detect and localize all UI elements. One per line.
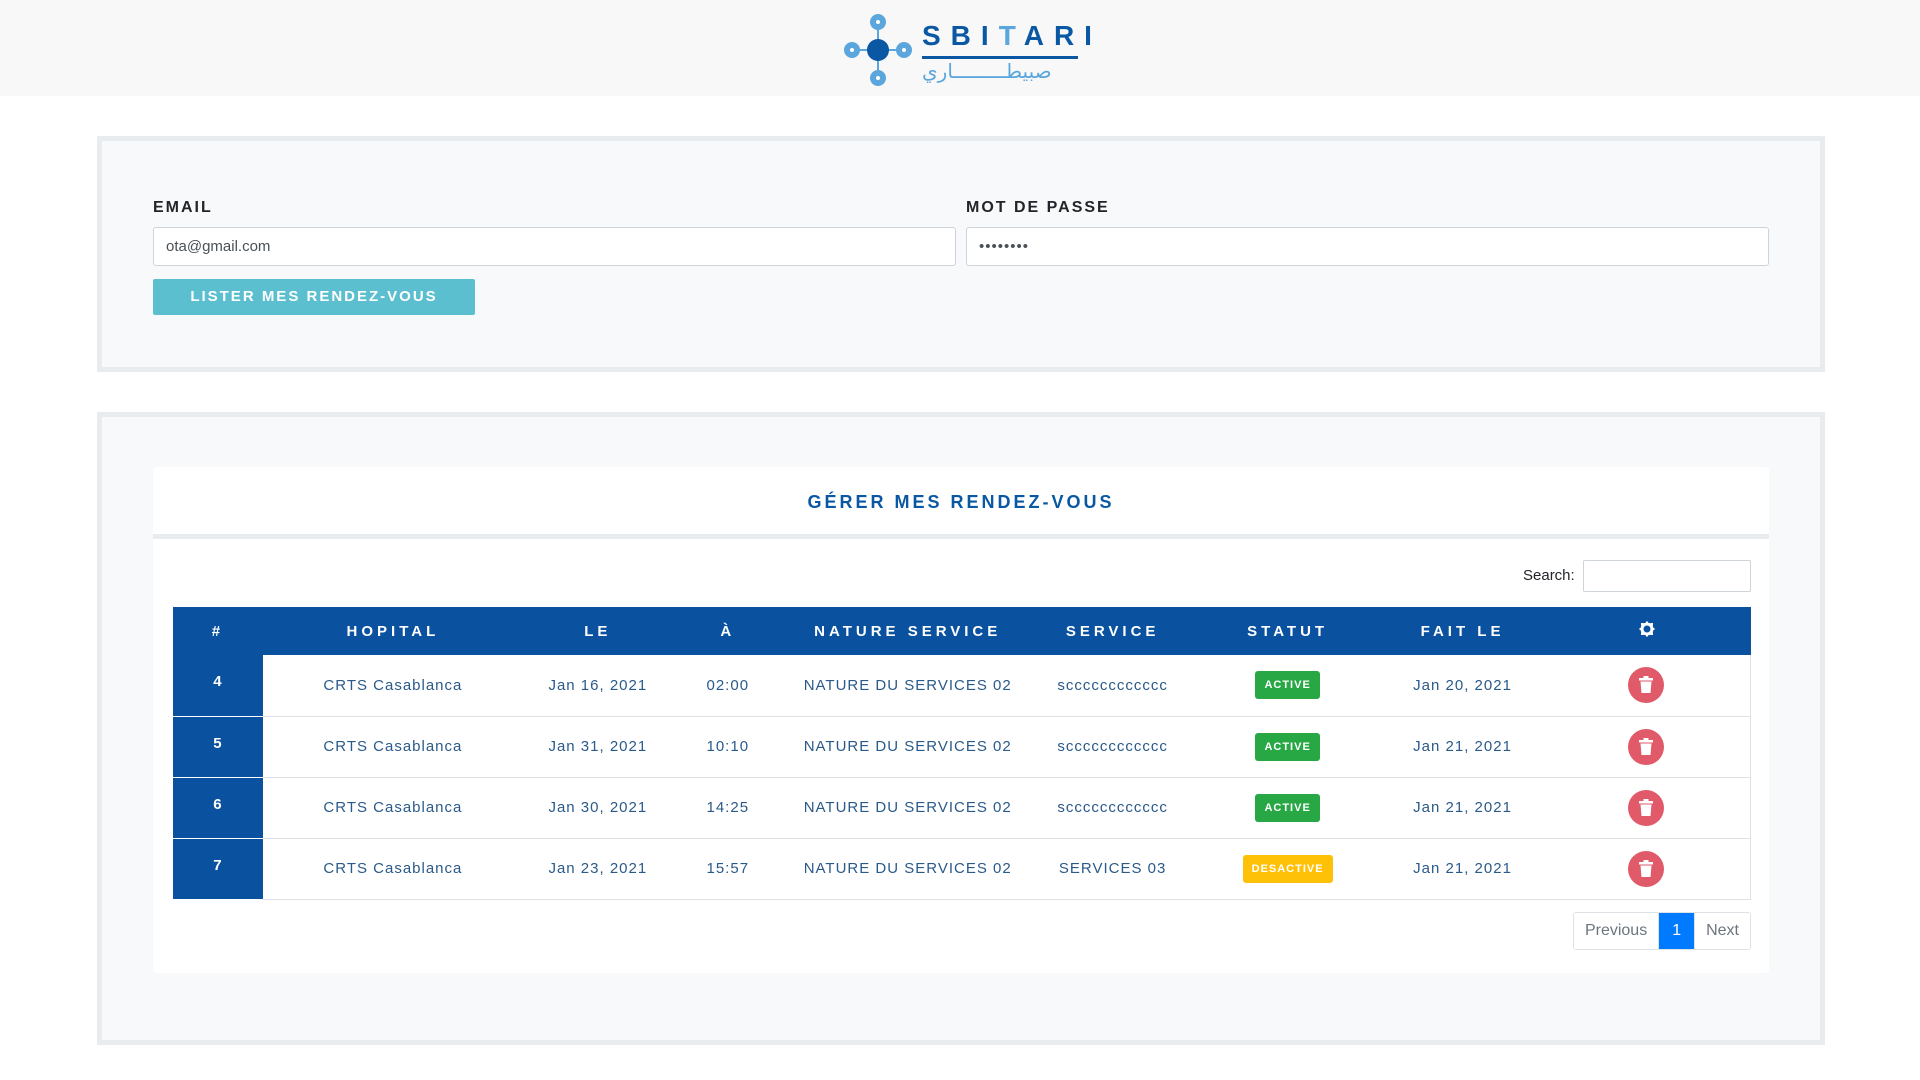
cell-a: 10:10 xyxy=(672,716,783,778)
cell-statut: DESACTIVE xyxy=(1192,838,1383,900)
search-label: Search: xyxy=(1523,567,1575,584)
column-header-statut[interactable]: STATUT xyxy=(1192,607,1383,655)
column-header-actions xyxy=(1542,607,1751,655)
cell-a: 14:25 xyxy=(672,777,783,839)
cell-a: 15:57 xyxy=(672,838,783,900)
column-header-le[interactable]: LE xyxy=(522,607,673,655)
cell-actions xyxy=(1542,777,1751,839)
search-input[interactable] xyxy=(1583,560,1751,592)
cell-a: 02:00 xyxy=(672,655,783,717)
molecule-logo-icon xyxy=(844,14,912,86)
cell-id: 7 xyxy=(173,838,263,900)
cell-hopital: CRTS Casablanca xyxy=(262,777,523,839)
cell-fait-le: Jan 20, 2021 xyxy=(1382,655,1543,717)
password-field[interactable]: •••••••• xyxy=(966,227,1769,266)
brand-name-part: SBI xyxy=(922,20,999,51)
cell-statut: ACTIVE xyxy=(1192,716,1383,778)
status-badge: DESACTIVE xyxy=(1242,854,1333,883)
table-row: 4 CRTS Casablanca Jan 16, 2021 02:00 NAT… xyxy=(173,655,1751,717)
cell-le: Jan 30, 2021 xyxy=(522,777,673,839)
cell-id: 4 xyxy=(173,655,263,717)
list-appointments-button[interactable]: LISTER MES RENDEZ-VOUS xyxy=(153,279,475,315)
delete-button[interactable] xyxy=(1628,667,1665,704)
table-row: 5 CRTS Casablanca Jan 31, 2021 10:10 NAT… xyxy=(173,716,1751,778)
table-row: 6 CRTS Casablanca Jan 30, 2021 14:25 NAT… xyxy=(173,777,1751,839)
cell-nature-service: NATURE DU SERVICES 02 xyxy=(782,655,1033,717)
cell-actions xyxy=(1542,716,1751,778)
cell-fait-le: Jan 21, 2021 xyxy=(1382,777,1543,839)
gear-icon xyxy=(1639,621,1654,637)
cell-service: scccccccccccc xyxy=(1032,716,1193,778)
top-header: SBITARI صبيطـــــــــاري xyxy=(0,0,1920,96)
brand-name-arabic: صبيطـــــــــاري xyxy=(922,59,1052,83)
delete-button[interactable] xyxy=(1628,850,1665,887)
cell-hopital: CRTS Casablanca xyxy=(262,716,523,778)
cell-nature-service: NATURE DU SERVICES 02 xyxy=(782,716,1033,778)
brand-name-accent: T xyxy=(998,20,1024,51)
cell-id: 6 xyxy=(173,777,263,839)
cell-id: 5 xyxy=(173,716,263,778)
pagination-next[interactable]: Next xyxy=(1694,913,1750,949)
status-badge: ACTIVE xyxy=(1255,732,1320,761)
column-header-a[interactable]: À xyxy=(672,607,783,655)
trash-icon xyxy=(1639,859,1654,877)
cell-actions xyxy=(1542,838,1751,900)
cell-le: Jan 23, 2021 xyxy=(522,838,673,900)
brand-name: SBITARI xyxy=(922,20,1102,52)
email-field[interactable]: ota@gmail.com xyxy=(153,227,956,266)
password-label: MOT DE PASSE xyxy=(966,199,1110,216)
cell-nature-service: NATURE DU SERVICES 02 xyxy=(782,838,1033,900)
column-header-id[interactable]: # xyxy=(173,607,263,655)
column-header-service[interactable]: SERVICE xyxy=(1032,607,1193,655)
brand-name-part: ARI xyxy=(1023,20,1102,51)
brand-logo[interactable]: SBITARI صبيطـــــــــاري xyxy=(840,12,1092,88)
cell-actions xyxy=(1542,655,1751,717)
pagination-previous[interactable]: Previous xyxy=(1573,913,1660,949)
cell-service: scccccccccccc xyxy=(1032,777,1193,839)
appointments-panel: GÉRER MES RENDEZ-VOUS Search: # HOPITAL … xyxy=(97,412,1825,1045)
cell-fait-le: Jan 21, 2021 xyxy=(1382,716,1543,778)
cell-service: scccccccccccc xyxy=(1032,655,1193,717)
appointments-table: # HOPITAL LE À NATURE SERVICE SERVICE ST… xyxy=(173,607,1751,900)
trash-icon xyxy=(1639,737,1654,755)
status-badge: ACTIVE xyxy=(1255,793,1320,822)
pagination: Previous 1 Next xyxy=(1572,912,1751,950)
email-label: EMAIL xyxy=(153,199,213,216)
column-header-hopital[interactable]: HOPITAL xyxy=(262,607,523,655)
cell-statut: ACTIVE xyxy=(1192,777,1383,839)
appointments-card: GÉRER MES RENDEZ-VOUS Search: # HOPITAL … xyxy=(153,467,1769,973)
cell-hopital: CRTS Casablanca xyxy=(262,838,523,900)
cell-statut: ACTIVE xyxy=(1192,655,1383,717)
table-row: 7 CRTS Casablanca Jan 23, 2021 15:57 NAT… xyxy=(173,838,1751,900)
trash-icon xyxy=(1639,676,1654,694)
column-header-nature-service[interactable]: NATURE SERVICE xyxy=(782,607,1033,655)
appointments-title: GÉRER MES RENDEZ-VOUS xyxy=(153,467,1769,539)
cell-service: SERVICES 03 xyxy=(1032,838,1193,900)
delete-button[interactable] xyxy=(1628,728,1665,765)
cell-fait-le: Jan 21, 2021 xyxy=(1382,838,1543,900)
status-badge: ACTIVE xyxy=(1255,671,1320,700)
table-header-row: # HOPITAL LE À NATURE SERVICE SERVICE ST… xyxy=(173,607,1751,655)
cell-le: Jan 16, 2021 xyxy=(522,655,673,717)
pagination-page-1[interactable]: 1 xyxy=(1659,913,1695,949)
trash-icon xyxy=(1639,798,1654,816)
login-panel: EMAIL ota@gmail.com MOT DE PASSE •••••••… xyxy=(97,136,1825,372)
delete-button[interactable] xyxy=(1628,789,1665,826)
cell-hopital: CRTS Casablanca xyxy=(262,655,523,717)
cell-nature-service: NATURE DU SERVICES 02 xyxy=(782,777,1033,839)
cell-le: Jan 31, 2021 xyxy=(522,716,673,778)
column-header-fait-le[interactable]: FAIT LE xyxy=(1382,607,1543,655)
